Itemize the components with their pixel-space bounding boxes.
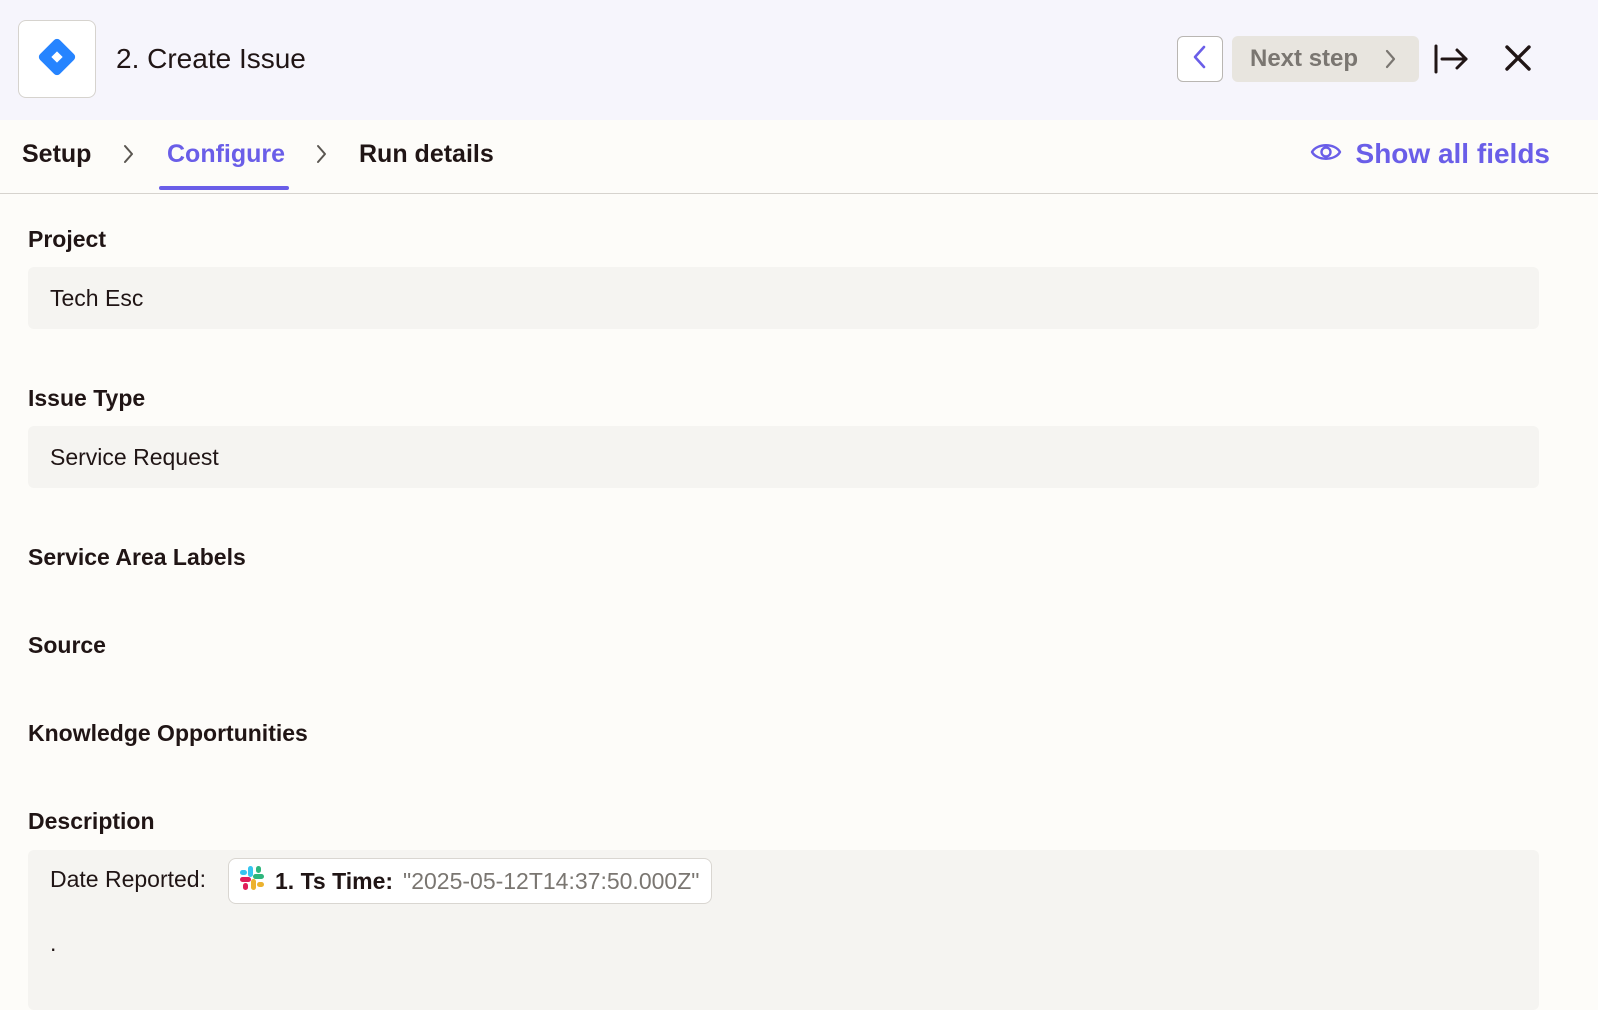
previous-step-button[interactable]: [1177, 36, 1223, 82]
jira-icon: [26, 26, 88, 93]
mapped-field-value: "2025-05-12T14:37:50.000Z": [403, 867, 700, 894]
description-prefix-text: Date Reported:: [50, 866, 206, 892]
knowledge-opportunities-label[interactable]: Knowledge Opportunities: [28, 720, 308, 747]
collapse-panel-icon: [1432, 44, 1470, 82]
chevron-left-icon: [1190, 43, 1210, 76]
step-title: 2. Create Issue: [116, 43, 306, 74]
issue-type-value: Service Request: [50, 444, 219, 470]
project-value: Tech Esc: [50, 285, 144, 311]
description-field[interactable]: Date Reported: 1. Ts Time: "2025-05-12T1…: [28, 850, 1539, 1010]
mapped-field-name: 1. Ts Time:: [275, 867, 394, 894]
tab-configure[interactable]: Configure: [167, 140, 285, 169]
active-tab-indicator: [159, 186, 289, 190]
close-button[interactable]: [1500, 40, 1536, 76]
chevron-right-icon: [1383, 48, 1397, 75]
description-label: Description: [28, 808, 155, 834]
tab-setup[interactable]: Setup: [22, 140, 91, 169]
eye-icon: [1310, 140, 1342, 169]
step-header: 2. Create Issue Next step: [0, 0, 1598, 120]
next-step-label: Next step: [1250, 45, 1359, 72]
tab-run-details[interactable]: Run details: [359, 140, 494, 169]
collapse-panel-button[interactable]: [1432, 40, 1470, 78]
show-all-fields-button[interactable]: Show all fields: [1310, 138, 1550, 170]
app-icon-container: [18, 20, 96, 98]
mapped-field-pill[interactable]: 1. Ts Time: "2025-05-12T14:37:50.000Z": [228, 858, 713, 904]
chevron-right-icon: [120, 142, 136, 171]
issue-type-label: Issue Type: [28, 385, 146, 411]
source-label[interactable]: Source: [28, 632, 106, 659]
issue-type-field[interactable]: Service Request: [28, 426, 1539, 488]
project-field[interactable]: Tech Esc: [28, 267, 1539, 329]
slack-icon: [239, 865, 265, 897]
next-step-button[interactable]: Next step: [1232, 36, 1419, 82]
chevron-right-icon: [313, 142, 329, 171]
show-all-fields-label: Show all fields: [1355, 138, 1550, 169]
description-trailing-text: .: [50, 930, 57, 956]
service-area-labels-label[interactable]: Service Area Labels: [28, 544, 246, 571]
project-label: Project: [28, 226, 106, 252]
step-tabs: Setup Configure Run details Show all fie…: [0, 120, 1598, 194]
close-icon: [1500, 45, 1536, 80]
